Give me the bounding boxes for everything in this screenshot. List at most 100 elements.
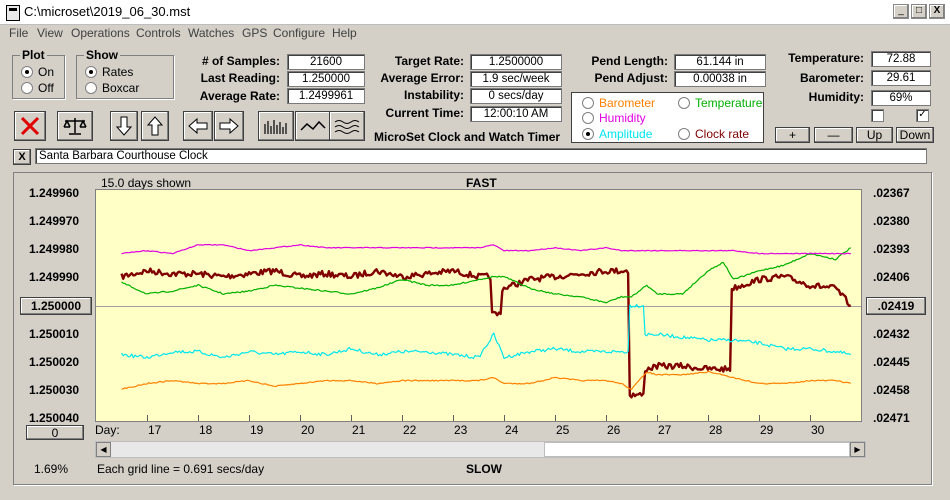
right-tick-2: .02393 — [873, 242, 910, 256]
legend-temperature[interactable]: Temperature — [678, 96, 762, 110]
percent-label: 1.69% — [34, 462, 69, 476]
stop-icon — [20, 116, 40, 136]
minimize-button[interactable]: _ — [893, 4, 909, 19]
right-tick-6: .02445 — [873, 355, 910, 369]
show-boxcar-label: Boxcar — [102, 81, 140, 95]
menu-help[interactable]: Help — [332, 26, 357, 40]
x-tick-label: 18 — [199, 423, 213, 437]
arrow-down-button[interactable] — [110, 111, 138, 141]
x-tick-label: 20 — [301, 423, 315, 437]
up-button[interactable]: Up — [856, 127, 893, 143]
legend-humidity-label: Humidity — [599, 111, 646, 125]
stop-button[interactable] — [14, 111, 46, 141]
legend-barometer[interactable]: Barometer — [582, 96, 655, 110]
line-chart-button[interactable] — [295, 111, 331, 141]
window-title: C:\microset\2019_06_30.mst — [24, 4, 191, 19]
arrow-left-icon — [188, 117, 208, 135]
last-reading-field: 1.250000 — [287, 71, 365, 87]
clock-name-field[interactable]: Santa Barbara Courthouse Clock — [35, 148, 927, 164]
menu-bar: File View Operations Controls Watches GP… — [0, 24, 950, 42]
series-line-clock-rate — [120, 267, 852, 399]
days-shown-label: 15.0 days shown — [101, 176, 192, 190]
x-tick-label: 22 — [403, 423, 417, 437]
x-tick-label: 26 — [607, 423, 621, 437]
current-time-field: 12:00:10 AM — [470, 106, 562, 122]
option-checkbox-2[interactable]: ✓ — [916, 109, 929, 122]
plot-on-radio[interactable]: On — [21, 65, 54, 79]
minus-button[interactable]: — — [814, 127, 853, 143]
plot-on-label: On — [38, 65, 55, 79]
instability-field: 0 secs/day — [470, 88, 562, 104]
x-tick-label: 30 — [811, 423, 825, 437]
bars-chart-button[interactable] — [258, 111, 294, 141]
legend-amplitude-label: Amplitude — [599, 127, 653, 141]
scroll-thumb[interactable] — [544, 442, 850, 457]
offset-button[interactable]: 0 — [26, 425, 84, 440]
down-button[interactable]: Down — [896, 127, 934, 143]
x-tick-label: 21 — [352, 423, 366, 437]
humidity-field: 69% — [871, 90, 931, 106]
legend-clock-rate[interactable]: Clock rate — [678, 127, 749, 141]
menu-configure[interactable]: Configure — [273, 26, 325, 40]
instability-label: Instability: — [403, 88, 464, 102]
balance-button[interactable] — [57, 111, 93, 141]
pend-adjust-label: Pend Adjust: — [594, 71, 668, 85]
menu-file[interactable]: File — [9, 26, 28, 40]
horizontal-scrollbar[interactable]: ◀ ▶ — [95, 441, 866, 458]
last-reading-label: Last Reading: — [200, 71, 280, 85]
option-checkbox-1[interactable] — [871, 109, 884, 122]
right-tick-3: .02406 — [873, 270, 910, 284]
target-rate-label: Target Rate: — [394, 54, 464, 68]
x-tick-label: 19 — [250, 423, 264, 437]
plus-button[interactable]: + — [775, 127, 810, 143]
day-axis-label: Day: — [95, 423, 120, 437]
left-tick-7: 1.250030 — [29, 383, 80, 397]
show-group: Show Rates Boxcar — [76, 48, 174, 99]
legend-amplitude[interactable]: Amplitude — [582, 127, 652, 141]
arrow-up-button[interactable] — [141, 111, 169, 141]
average-error-field: 1.9 sec/week — [470, 71, 562, 87]
arrow-right-button[interactable] — [214, 111, 244, 141]
plot-off-radio[interactable]: Off — [21, 81, 54, 95]
scroll-right-icon[interactable]: ▶ — [850, 442, 865, 457]
center-left-button[interactable]: 1.250000 — [20, 297, 92, 315]
menu-watches[interactable]: Watches — [188, 26, 234, 40]
fast-label: FAST — [466, 176, 497, 190]
show-rates-radio[interactable]: Rates — [85, 65, 133, 79]
maximize-button[interactable]: □ — [911, 4, 927, 19]
barometer-label: Barometer: — [799, 71, 864, 85]
scroll-left-icon[interactable]: ◀ — [96, 442, 111, 457]
legend-clock-rate-label: Clock rate — [695, 127, 750, 141]
app-name-label: MicroSet Clock and Watch Timer — [374, 130, 561, 144]
chart-svg — [96, 243, 861, 421]
show-boxcar-radio[interactable]: Boxcar — [85, 81, 139, 95]
close-button[interactable]: X — [929, 4, 945, 19]
left-tick-0: 1.249960 — [29, 186, 80, 200]
pend-length-field: 61.144 in — [674, 54, 766, 70]
menu-operations[interactable]: Operations — [71, 26, 130, 40]
show-group-title: Show — [84, 48, 120, 62]
clear-clock-button[interactable]: X — [13, 149, 31, 165]
legend-humidity[interactable]: Humidity — [582, 111, 646, 125]
app-icon[interactable] — [6, 5, 20, 21]
menu-gps[interactable]: GPS — [242, 26, 267, 40]
menu-view[interactable]: View — [37, 26, 63, 40]
current-time-label: Current Time: — [385, 106, 464, 120]
left-tick-2: 1.249980 — [29, 242, 80, 256]
right-tick-1: .02380 — [873, 214, 910, 228]
left-tick-3: 1.249990 — [29, 270, 80, 284]
right-tick-0: .02367 — [873, 186, 910, 200]
waves-icon — [334, 120, 360, 134]
arrow-left-button[interactable] — [183, 111, 213, 141]
center-right-button[interactable]: .02419 — [866, 297, 926, 315]
title-bar: C:\microset\2019_06_30.mst _ □ X — [0, 0, 950, 25]
x-tick-label: 27 — [658, 423, 672, 437]
menu-controls[interactable]: Controls — [136, 26, 181, 40]
temperature-label: Temperature: — [788, 51, 864, 65]
samples-label: # of Samples: — [201, 54, 280, 68]
target-rate-field: 1.2500000 — [470, 54, 562, 70]
series-line-barometer — [121, 370, 852, 390]
arrow-up-icon — [146, 116, 164, 136]
arrow-down-icon — [115, 116, 133, 136]
waves-button[interactable] — [329, 111, 365, 141]
